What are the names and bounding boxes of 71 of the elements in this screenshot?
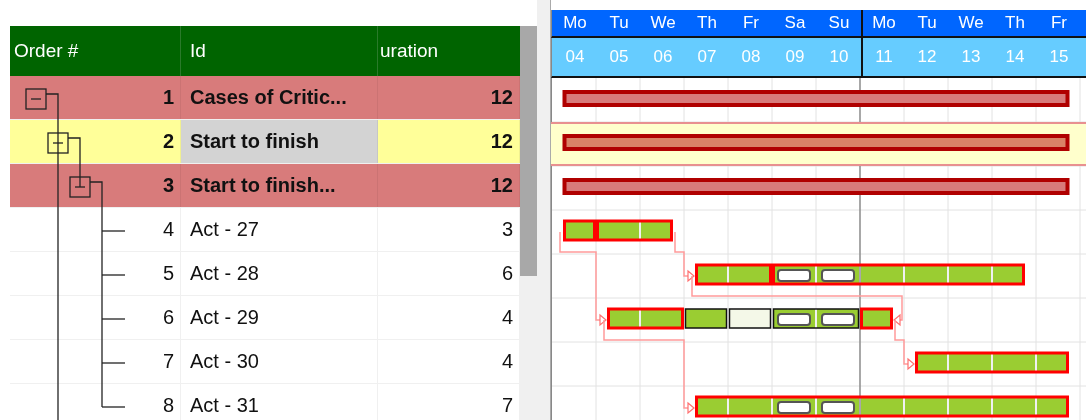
scrollbar-thumb[interactable]: [520, 26, 537, 276]
splitter[interactable]: [537, 0, 551, 420]
order-number: 6: [162, 306, 174, 329]
tree-lines: [57, 252, 126, 296]
tree-lines: [57, 296, 126, 340]
scrollbar[interactable]: [520, 26, 537, 420]
date-label: 10: [828, 46, 850, 68]
weekday-label: Sa: [783, 12, 807, 34]
order-number: 3: [162, 174, 174, 197]
date-label: 06: [652, 46, 674, 68]
weekday-label: Mo: [562, 12, 588, 34]
date-label: 09: [784, 46, 806, 68]
date-label: 07: [696, 46, 718, 68]
tree-lines: [57, 384, 126, 420]
collapse-icon[interactable]: [47, 132, 69, 154]
weekday-label: Tu: [916, 12, 938, 34]
task-name: Act - 29: [190, 306, 259, 329]
duration-value: 6: [501, 262, 513, 285]
table-row[interactable]: 7 Act - 30 4: [10, 340, 520, 384]
weekday-label: Tu: [608, 12, 630, 34]
task-name: Act - 28: [190, 262, 259, 285]
weekday-label: We: [957, 12, 985, 34]
date-label: 05: [608, 46, 630, 68]
table-row[interactable]: 1 Cases of Critic... 12: [10, 76, 520, 120]
date-label: 04: [564, 46, 586, 68]
order-number: 2: [162, 130, 174, 153]
column-header[interactable]: uration: [378, 26, 520, 76]
order-number: 4: [162, 218, 174, 241]
task-bar[interactable]: [695, 263, 1025, 286]
task-name: Act - 27: [190, 218, 259, 241]
weekday-label: Fr: [1049, 12, 1068, 34]
duration-value: 3: [501, 218, 513, 241]
task-name: Cases of Critic...: [190, 86, 347, 109]
weekday-label: Su: [827, 12, 851, 34]
duration-value: 4: [501, 350, 513, 373]
table-row[interactable]: 2 Start to finish 12: [10, 120, 520, 164]
task-name: Start to finish...: [190, 174, 336, 197]
task-name: Start to finish: [190, 130, 319, 153]
task-bar[interactable]: [695, 395, 1069, 418]
table-row[interactable]: 4 Act - 27 3: [10, 208, 520, 252]
task-name: Act - 30: [190, 350, 259, 373]
weekday-label: Fr: [741, 12, 760, 34]
weekday-label: Th: [696, 12, 718, 34]
date-label: 11: [861, 38, 905, 76]
summary-bar[interactable]: [562, 90, 1070, 107]
date-label: 08: [740, 46, 762, 68]
order-number: 8: [162, 394, 174, 417]
order-number: 1: [162, 86, 174, 109]
weekday-label: Th: [1004, 12, 1026, 34]
task-name: Act - 31: [190, 394, 259, 417]
collapse-icon[interactable]: [69, 176, 91, 198]
table-row[interactable]: 6 Act - 29 4: [10, 296, 520, 340]
duration-value: 4: [501, 306, 513, 329]
date-label: 12: [916, 46, 938, 68]
weekday-label: Mo: [861, 10, 905, 36]
date-label: 15: [1048, 46, 1070, 68]
task-bar[interactable]: [607, 307, 893, 330]
weekday-label: We: [649, 12, 677, 34]
order-number: 5: [162, 262, 174, 285]
duration-value: 12: [490, 174, 513, 197]
duration-value: 7: [501, 394, 513, 417]
summary-bar[interactable]: [562, 134, 1070, 151]
date-label: 14: [1004, 46, 1026, 68]
table-row[interactable]: 5 Act - 28 6: [10, 252, 520, 296]
summary-bar[interactable]: [562, 178, 1070, 195]
duration-value: 12: [490, 86, 513, 109]
tree-lines: [57, 340, 126, 384]
table-row[interactable]: 3 Start to finish... 12: [10, 164, 520, 208]
order-number: 7: [162, 350, 174, 373]
date-label: 13: [960, 46, 982, 68]
duration-value: 12: [490, 130, 513, 153]
